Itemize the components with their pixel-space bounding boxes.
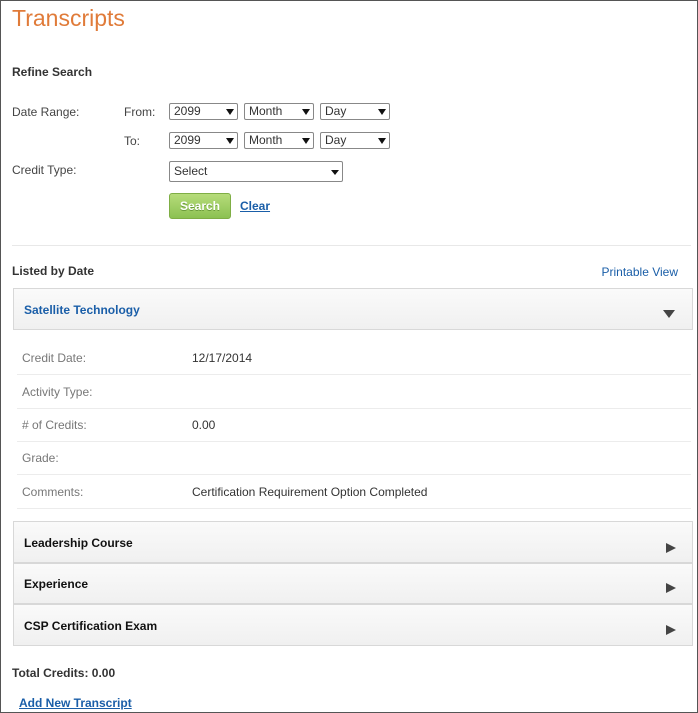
from-day-select[interactable]: Day [320, 103, 390, 120]
add-new-transcript-link[interactable]: Add New Transcript [19, 696, 132, 710]
accordion-title: Leadership Course [24, 536, 133, 550]
detail-row: Activity Type: [17, 375, 691, 409]
from-year-select[interactable]: 2099 [169, 103, 238, 120]
chevron-down-icon [226, 109, 234, 115]
accordion-satellite-technology[interactable]: Satellite Technology [13, 288, 693, 330]
detail-row: Comments: Certification Requirement Opti… [17, 475, 691, 509]
detail-label: # of Credits: [22, 418, 87, 432]
chevron-down-icon [378, 109, 386, 115]
detail-label: Comments: [22, 485, 84, 499]
triangle-right-icon [666, 625, 676, 635]
section-divider [12, 245, 691, 246]
chevron-down-icon [302, 138, 310, 144]
detail-row: Grade: [17, 441, 691, 475]
refine-search-heading: Refine Search [12, 65, 93, 79]
chevron-down-icon [302, 109, 310, 115]
accordion-csp-certification-exam[interactable]: CSP Certification Exam [13, 604, 693, 646]
detail-value: 12/17/2014 [192, 351, 253, 365]
transcripts-page: Transcripts Refine Search Date Range: Fr… [0, 0, 698, 713]
accordion-title: CSP Certification Exam [24, 619, 158, 633]
triangle-right-icon [666, 583, 676, 593]
detail-label: Activity Type: [22, 385, 93, 399]
date-range-label: Date Range: [12, 105, 80, 119]
to-year-select[interactable]: 2099 [169, 132, 238, 149]
credit-type-select[interactable]: Select [169, 161, 343, 182]
chevron-down-icon [226, 138, 234, 144]
detail-row: # of Credits: 0.00 [17, 408, 691, 442]
accordion-experience[interactable]: Experience [13, 563, 693, 604]
listed-by-date-heading: Listed by Date [12, 264, 95, 278]
triangle-right-icon [666, 543, 676, 553]
detail-label: Grade: [22, 451, 59, 465]
page-title: Transcripts [12, 5, 125, 31]
from-month-select[interactable]: Month [244, 103, 314, 120]
total-credits: Total Credits: 0.00 [12, 666, 116, 680]
triangle-down-icon [663, 310, 675, 318]
from-label: From: [124, 105, 156, 119]
accordion-title: Satellite Technology [24, 303, 140, 317]
printable-view-link[interactable]: Printable View [602, 265, 679, 279]
accordion-title: Experience [24, 577, 89, 591]
credit-type-label: Credit Type: [12, 163, 77, 177]
to-day-select[interactable]: Day [320, 132, 390, 149]
clear-link[interactable]: Clear [240, 199, 270, 213]
detail-value: 0.00 [192, 418, 216, 432]
detail-row: Credit Date: 12/17/2014 [17, 341, 691, 375]
detail-label: Credit Date: [22, 351, 87, 365]
chevron-down-icon [378, 138, 386, 144]
search-button[interactable]: Search [169, 193, 231, 219]
accordion-leadership-course[interactable]: Leadership Course [13, 521, 693, 563]
detail-value: Certification Requirement Option Complet… [192, 485, 428, 499]
to-month-select[interactable]: Month [244, 132, 314, 149]
chevron-down-icon [331, 170, 339, 175]
to-label: To: [124, 134, 141, 148]
